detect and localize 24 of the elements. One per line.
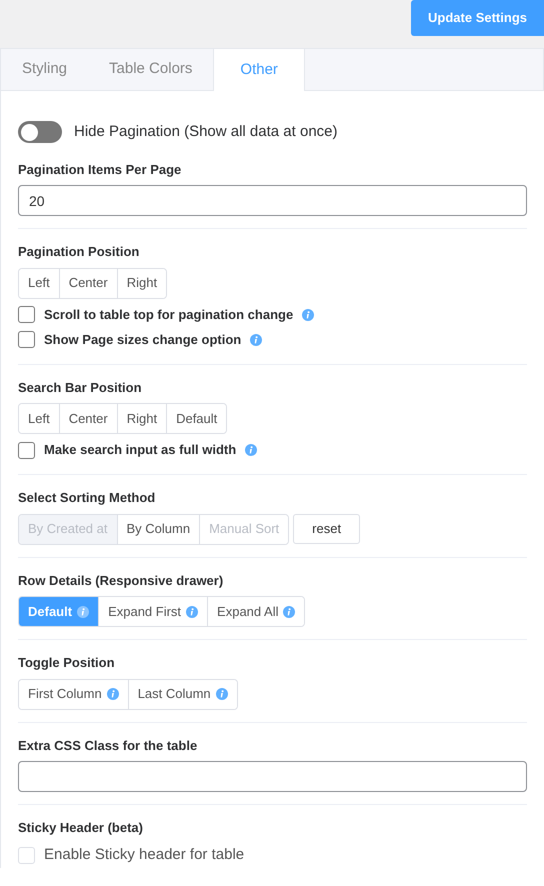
segment-button[interactable]: Right [116,268,166,298]
text-field[interactable]: 20 [18,185,527,216]
reset-button[interactable]: reset [293,514,360,544]
toggle-label: Hide Pagination (Show all data at once) [74,122,338,142]
section-title: Select Sorting Method [18,489,156,507]
segment-button[interactable]: Expand All [207,597,304,626]
section-title: Pagination Items Per Page [18,160,182,179]
checkbox[interactable] [18,306,35,323]
checkbox[interactable] [18,331,35,348]
section-title: Sticky Header (beta) [18,819,144,837]
section-title: Extra CSS Class for the table [18,736,198,754]
section-title: Search Bar Position [18,378,143,396]
segment-button[interactable]: Default [166,404,226,433]
segment-button[interactable]: Last Column [128,680,237,708]
toggle-switch[interactable] [18,121,62,144]
text-field[interactable] [18,761,527,792]
checkbox-label: Make search input as full width [44,441,236,460]
checkbox-label: Show Page sizes change option [44,330,242,349]
section-title: Row Details (Responsive drawer) [18,572,224,590]
checkbox[interactable] [18,442,35,458]
checkbox-label: Enable Sticky header for table [44,845,244,866]
checkbox-label: Scroll to table top for pagination change [44,306,294,324]
section-title: Toggle Position [18,654,116,672]
section-title: Pagination Position [18,243,140,261]
